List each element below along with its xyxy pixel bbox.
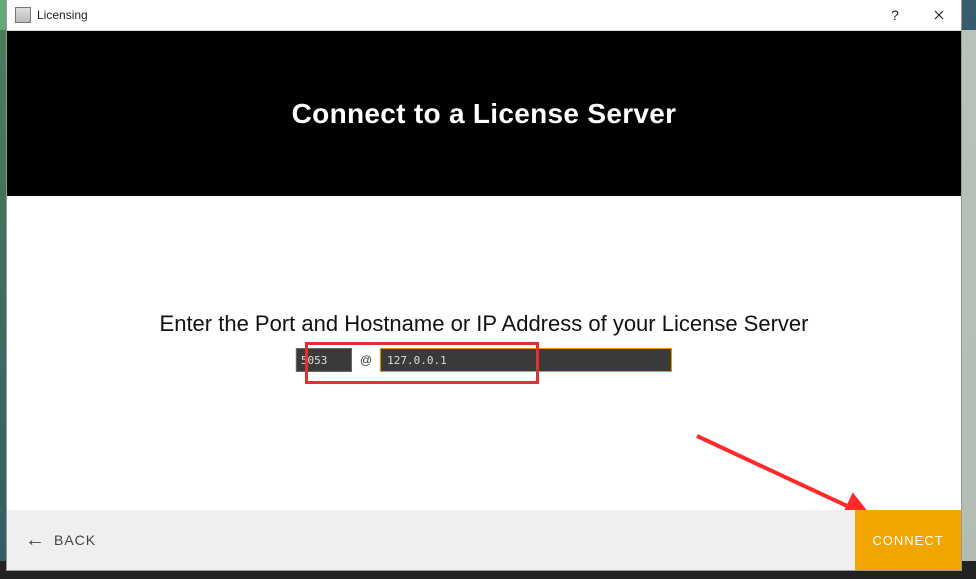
licensing-dialog: Licensing ? Connect to a License Server … xyxy=(7,0,961,570)
hero-banner: Connect to a License Server xyxy=(7,31,961,196)
connect-label: CONNECT xyxy=(872,533,943,548)
app-icon xyxy=(15,7,31,23)
server-input-row: @ xyxy=(296,348,672,372)
footer-bar: ← BACK CONNECT xyxy=(7,510,961,570)
close-icon xyxy=(934,10,944,20)
window-title: Licensing xyxy=(37,8,88,22)
back-button[interactable]: ← BACK xyxy=(7,510,114,570)
connect-button[interactable]: CONNECT xyxy=(855,510,961,570)
content-area: Enter the Port and Hostname or IP Addres… xyxy=(7,196,961,511)
help-button[interactable]: ? xyxy=(873,0,917,30)
back-arrow-icon: ← xyxy=(25,530,46,550)
hero-title: Connect to a License Server xyxy=(292,98,677,130)
prompt-text: Enter the Port and Hostname or IP Addres… xyxy=(7,311,961,337)
close-button[interactable] xyxy=(917,0,961,30)
back-label: BACK xyxy=(54,532,96,548)
at-separator: @ xyxy=(360,353,372,367)
titlebar: Licensing ? xyxy=(7,0,961,31)
host-input[interactable] xyxy=(380,348,672,372)
port-input[interactable] xyxy=(296,348,352,372)
